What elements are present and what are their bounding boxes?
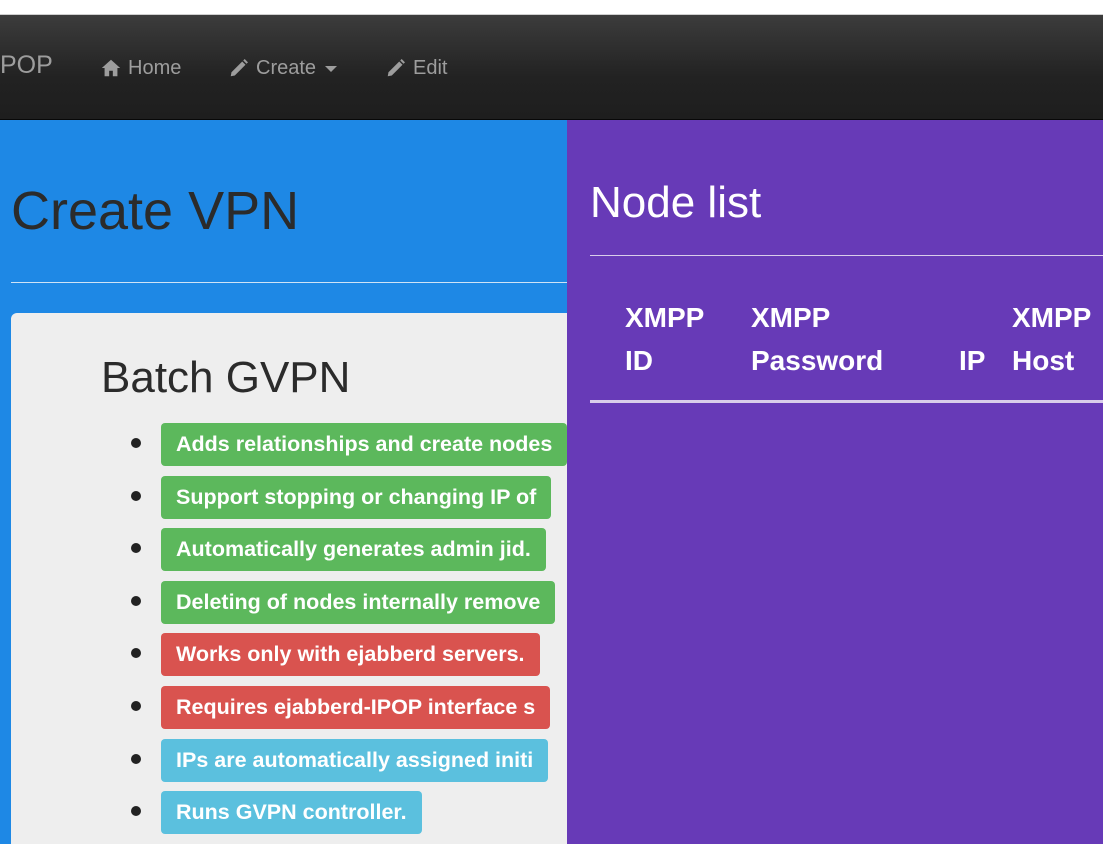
feature-label-info: Runs GVPN controller.: [161, 791, 422, 835]
nav-create-dropdown[interactable]: Create: [228, 55, 338, 81]
pencil-icon: [230, 59, 248, 77]
nav-edit-label: Edit: [413, 56, 448, 79]
feature-label-danger: Works only with ejabberd servers.: [161, 633, 540, 677]
card-title: Batch GVPN: [101, 353, 351, 402]
batch-gvpn-card: Batch GVPN Adds relationships and create…: [11, 313, 567, 844]
nav-create-label: Create: [256, 56, 317, 79]
pencil-icon: [387, 59, 405, 77]
bullet-icon: [131, 543, 141, 554]
node-list-title: Node list: [590, 178, 762, 227]
bullet-icon: [131, 753, 141, 764]
nav-edit-link[interactable]: Edit: [385, 55, 447, 81]
feature-label-success: Adds relationships and create nodes: [161, 423, 567, 466]
bullet-icon: [131, 438, 141, 448]
column-header-xmpp-id[interactable]: XMPP ID: [590, 296, 751, 403]
bullet-icon: [131, 648, 141, 659]
divider: [590, 255, 1103, 256]
feature-label-success: Automatically generates admin jid.: [161, 528, 546, 572]
page-title: Create VPN: [11, 181, 300, 241]
divider: [11, 282, 567, 283]
feature-label-danger: Requires ejabberd-IPOP interface s: [161, 685, 551, 729]
nav-home-label: Home: [128, 56, 182, 79]
create-vpn-panel: Create VPN Batch GVPN Adds relationships…: [0, 120, 567, 844]
feature-label-success: Deleting of nodes internally remove: [161, 580, 556, 624]
node-table: XMPP ID XMPP Password IP XMPP Host: [590, 296, 1103, 403]
navbar-brand[interactable]: POP: [0, 51, 53, 80]
nav-home-link[interactable]: Home: [100, 55, 181, 81]
feature-label-info: IPs are automatically assigned initi: [161, 738, 549, 782]
column-header-xmpp-password[interactable]: XMPP Password: [751, 296, 959, 403]
navbar: POP Home Create Edit: [0, 15, 1103, 120]
home-icon: [101, 59, 121, 77]
table-header-row: XMPP ID XMPP Password IP XMPP Host: [590, 296, 1103, 403]
bullet-icon: [131, 490, 141, 501]
bullet-icon: [131, 595, 141, 606]
bullet-icon: [131, 700, 141, 711]
caret-down-icon: [325, 66, 338, 72]
column-header-ip[interactable]: IP: [959, 296, 1012, 403]
browser-top-strip: [0, 0, 1103, 15]
feature-label-success: Support stopping or changing IP of: [161, 475, 552, 519]
column-header-xmpp-host[interactable]: XMPP Host: [1012, 296, 1103, 403]
bullet-icon: [131, 806, 141, 817]
node-list-panel: Node list XMPP ID XMPP Password IP XMPP …: [567, 120, 1103, 844]
